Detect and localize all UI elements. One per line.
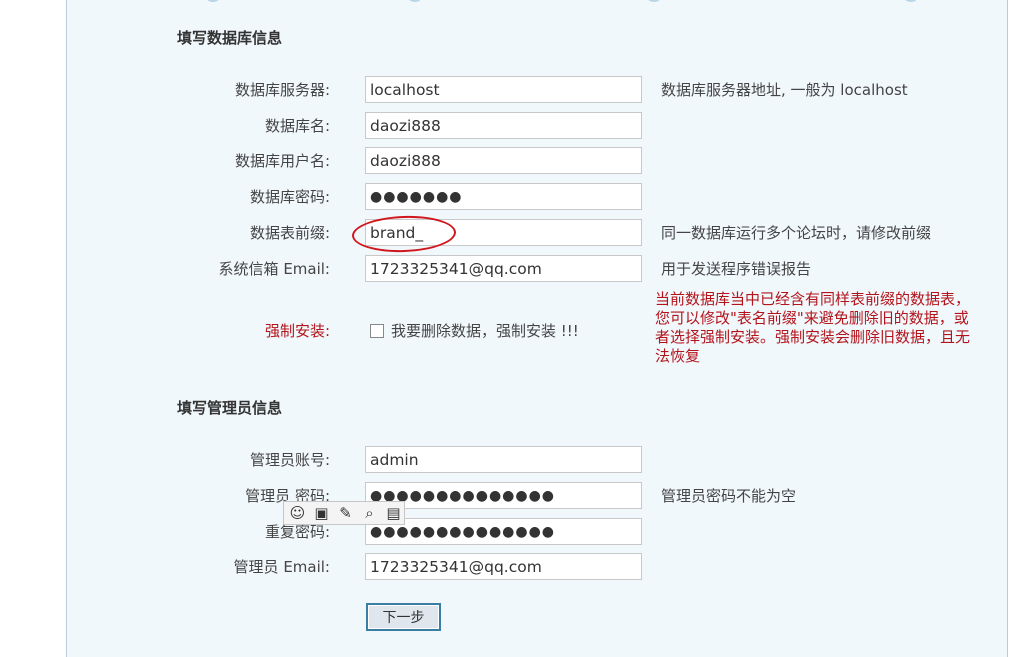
db-server-label: 数据库服务器:	[234, 81, 330, 99]
admin-account-label: 管理员账号:	[249, 451, 330, 469]
db-user-input[interactable]	[365, 147, 642, 174]
admin-pass-hint: 管理员密码不能为空	[661, 487, 797, 505]
db-name-label: 数据库名:	[264, 117, 330, 135]
admin-account-input[interactable]	[365, 446, 642, 473]
force-install-warning: 当前数据库当中已经含有同样表前缀的数据表，您可以修改"表名前缀"来避免删除旧的数…	[655, 290, 971, 365]
edit-icon[interactable]: ✎	[336, 504, 355, 523]
image-toolbar: ☺ ▣ ✎ ⌕ ▤	[283, 501, 405, 525]
force-install-checkbox[interactable]	[370, 323, 384, 338]
admin-section-title: 填写管理员信息	[177, 399, 283, 417]
admin-pass-input[interactable]	[365, 482, 642, 509]
step-indicator	[204, 0, 222, 2]
table-prefix-label: 数据表前缀:	[249, 224, 330, 242]
db-name-input[interactable]	[365, 112, 642, 139]
force-install-option[interactable]: 我要删除数据，强制安装 !!!	[370, 320, 579, 341]
save-icon[interactable]: ▣	[312, 504, 331, 523]
force-install-label: 强制安装:	[264, 322, 330, 340]
db-user-label: 数据库用户名:	[234, 152, 330, 170]
db-pass-label: 数据库密码:	[249, 188, 330, 206]
search-icon[interactable]: ⌕	[360, 504, 379, 523]
db-server-input[interactable]	[365, 76, 642, 103]
system-email-input[interactable]	[365, 255, 642, 282]
admin-email-input[interactable]	[365, 553, 642, 580]
admin-email-label: 管理员 Email:	[233, 558, 330, 576]
system-email-hint: 用于发送程序错误报告	[661, 260, 812, 278]
force-install-checkbox-label: 我要删除数据，强制安装 !!!	[391, 322, 579, 340]
step-indicator	[406, 0, 424, 2]
db-pass-input[interactable]	[365, 183, 642, 210]
table-prefix-input[interactable]	[365, 219, 642, 246]
step-indicator-active	[645, 0, 663, 2]
system-email-label: 系统信箱 Email:	[218, 260, 330, 278]
table-prefix-hint: 同一数据库运行多个论坛时，请修改前缀	[661, 224, 932, 242]
image-icon[interactable]: ▤	[384, 504, 403, 523]
next-step-button[interactable]: 下一步	[366, 603, 441, 631]
step-indicator	[902, 0, 920, 2]
smiley-icon[interactable]: ☺	[288, 504, 307, 523]
db-server-hint: 数据库服务器地址, 一般为 localhost	[661, 81, 908, 99]
admin-repeat-pass-input[interactable]	[365, 518, 642, 545]
db-section-title: 填写数据库信息	[177, 29, 283, 47]
